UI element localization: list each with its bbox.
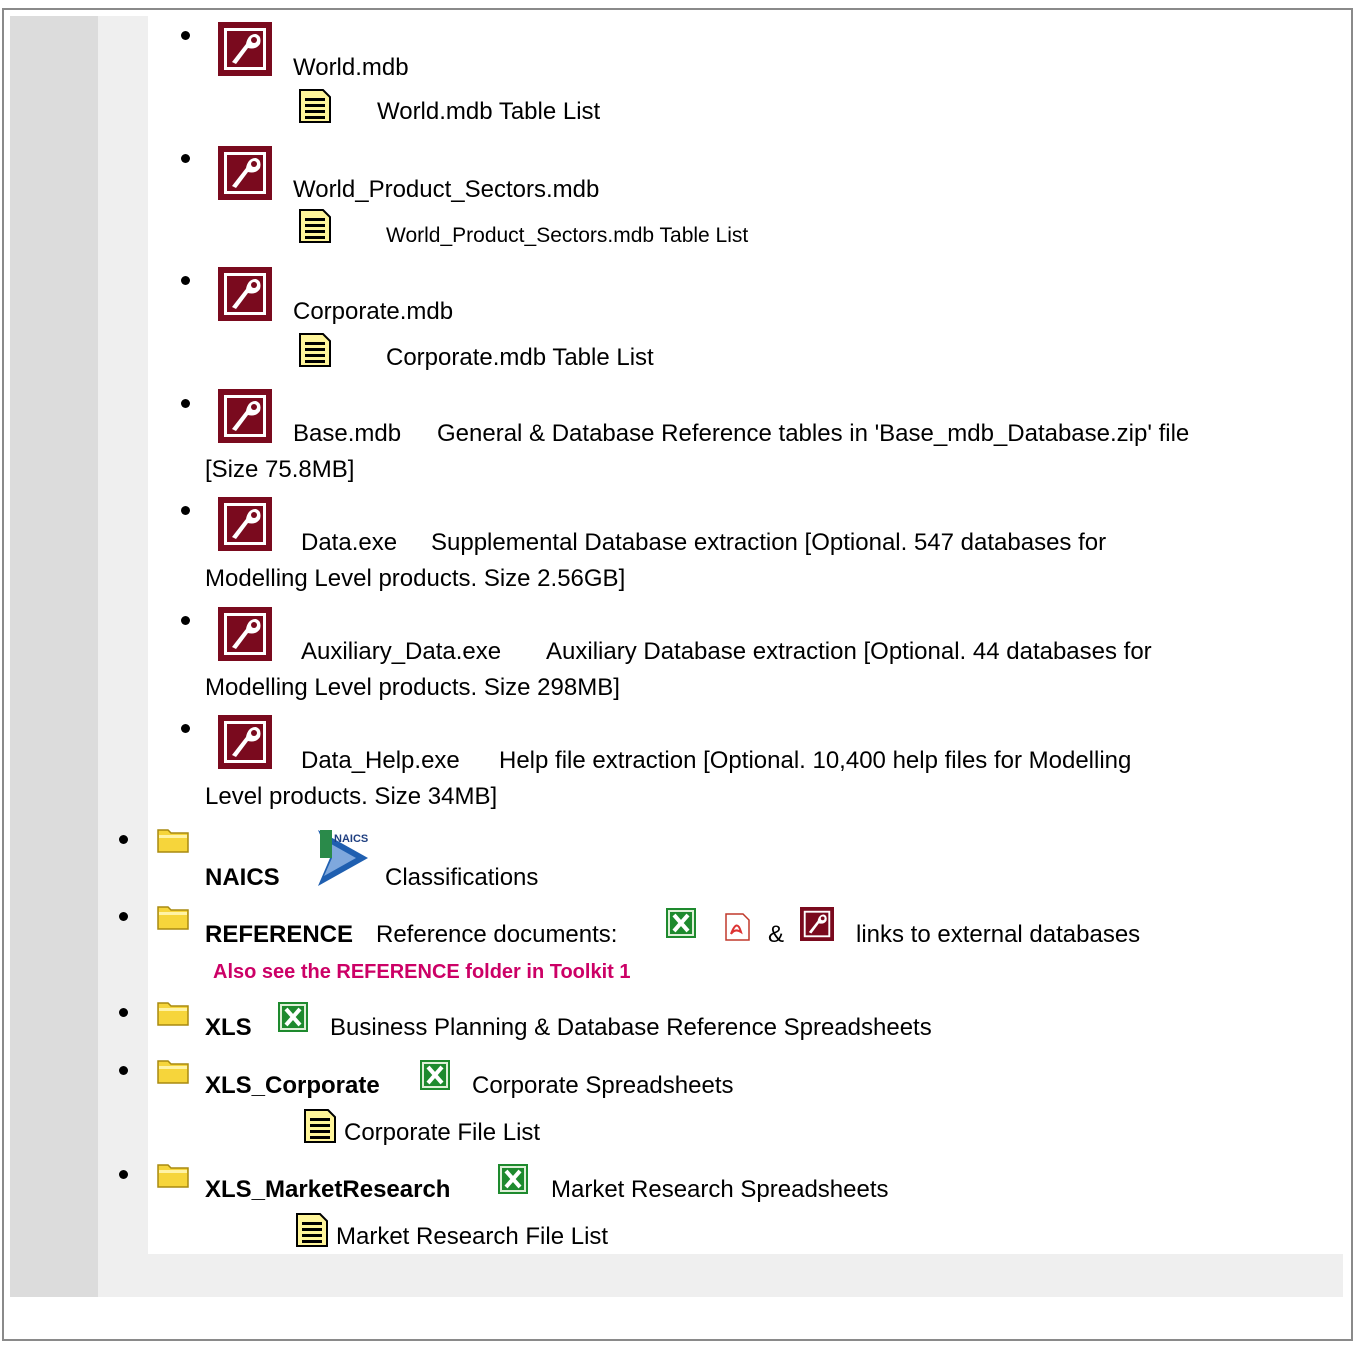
- db-world-link[interactable]: World.mdb: [293, 54, 409, 82]
- access-database-icon[interactable]: [218, 715, 272, 769]
- bullet: [119, 1066, 128, 1075]
- market-research-file-list-link[interactable]: Market Research File List: [336, 1223, 608, 1251]
- access-database-icon[interactable]: [218, 146, 272, 200]
- data-help-desc-cont: Level products. Size 34MB]: [205, 783, 498, 810]
- folder-naics-desc: Classifications: [385, 864, 539, 891]
- footer-band: [98, 1254, 1343, 1297]
- bullet: [119, 1008, 128, 1017]
- bullet: [181, 276, 190, 285]
- bullet: [181, 506, 190, 515]
- ampersand: &: [768, 921, 785, 948]
- folder-icon[interactable]: [157, 1058, 189, 1084]
- bullet: [119, 912, 128, 921]
- access-database-icon[interactable]: [218, 22, 272, 76]
- table-list-icon[interactable]: [297, 208, 333, 244]
- folder-xls-corporate-desc: Corporate Spreadsheets: [472, 1072, 734, 1099]
- folder-reference-link[interactable]: REFERENCE: [205, 921, 353, 949]
- data-help-link[interactable]: Data_Help.exe: [301, 747, 460, 775]
- auxiliary-data-desc: Auxiliary Database extraction [Optional.…: [546, 638, 1152, 665]
- table-list-icon[interactable]: [297, 332, 333, 368]
- access-database-icon[interactable]: [218, 267, 272, 321]
- data-exe-desc: Supplemental Database extraction [Option…: [431, 529, 1107, 556]
- bullet: [181, 154, 190, 163]
- folder-reference-tail: links to external databases: [856, 921, 1141, 948]
- folder-xls-corporate-link[interactable]: XLS_Corporate: [205, 1072, 380, 1100]
- folder-xls-desc: Business Planning & Database Reference S…: [330, 1014, 932, 1041]
- db-corporate-link[interactable]: Corporate.mdb: [293, 298, 453, 326]
- bullet: [119, 1170, 128, 1179]
- left-margin: [10, 16, 98, 1297]
- corporate-file-list-link[interactable]: Corporate File List: [344, 1119, 540, 1147]
- db-base-desc-cont: [Size 75.8MB]: [205, 456, 355, 483]
- folder-reference-desc: Reference documents:: [376, 921, 618, 948]
- db-base-link[interactable]: Base.mdb: [293, 420, 401, 448]
- file-list-icon[interactable]: [294, 1212, 330, 1248]
- folder-xls-market-link[interactable]: XLS_MarketResearch: [205, 1176, 450, 1204]
- excel-icon[interactable]: [420, 1060, 450, 1090]
- file-list-icon[interactable]: [302, 1108, 338, 1144]
- access-database-icon[interactable]: [218, 497, 272, 551]
- table-list-link[interactable]: World.mdb Table List: [377, 98, 600, 126]
- reference-note: Also see the REFERENCE folder in Toolkit…: [213, 961, 631, 983]
- auxiliary-data-desc-cont: Modelling Level products. Size 298MB]: [205, 674, 620, 701]
- table-list-icon[interactable]: [297, 88, 333, 124]
- naics-logo-icon[interactable]: NAICS: [316, 828, 370, 886]
- bullet: [181, 724, 190, 733]
- naics-logo-text: NAICS: [334, 833, 368, 845]
- access-database-icon[interactable]: [218, 607, 272, 661]
- folder-xls-link[interactable]: XLS: [205, 1014, 252, 1042]
- access-database-icon[interactable]: [218, 389, 272, 443]
- db-world-product-sectors-link[interactable]: World_Product_Sectors.mdb: [293, 176, 599, 204]
- access-database-icon[interactable]: [800, 907, 834, 941]
- bullet: [181, 31, 190, 40]
- folder-icon[interactable]: [157, 1000, 189, 1026]
- bullet: [181, 399, 190, 408]
- folder-xls-market-desc: Market Research Spreadsheets: [551, 1176, 889, 1203]
- excel-icon[interactable]: [666, 908, 696, 938]
- folder-icon[interactable]: [157, 1162, 189, 1188]
- folder-icon[interactable]: [157, 904, 189, 930]
- pdf-icon[interactable]: [723, 912, 751, 942]
- data-exe-desc-cont: Modelling Level products. Size 2.56GB]: [205, 565, 626, 592]
- data-exe-link[interactable]: Data.exe: [301, 529, 397, 557]
- excel-icon[interactable]: [498, 1164, 528, 1194]
- table-list-link[interactable]: World_Product_Sectors.mdb Table List: [386, 223, 748, 249]
- excel-icon[interactable]: [278, 1002, 308, 1032]
- db-base-desc: General & Database Reference tables in '…: [437, 420, 1190, 447]
- folder-naics-link[interactable]: NAICS: [205, 864, 280, 892]
- auxiliary-data-link[interactable]: Auxiliary_Data.exe: [301, 638, 501, 666]
- bullet: [119, 835, 128, 844]
- data-help-desc: Help file extraction [Optional. 10,400 h…: [499, 747, 1132, 774]
- folder-icon[interactable]: [157, 827, 189, 853]
- table-list-link[interactable]: Corporate.mdb Table List: [386, 344, 654, 372]
- bullet: [181, 616, 190, 625]
